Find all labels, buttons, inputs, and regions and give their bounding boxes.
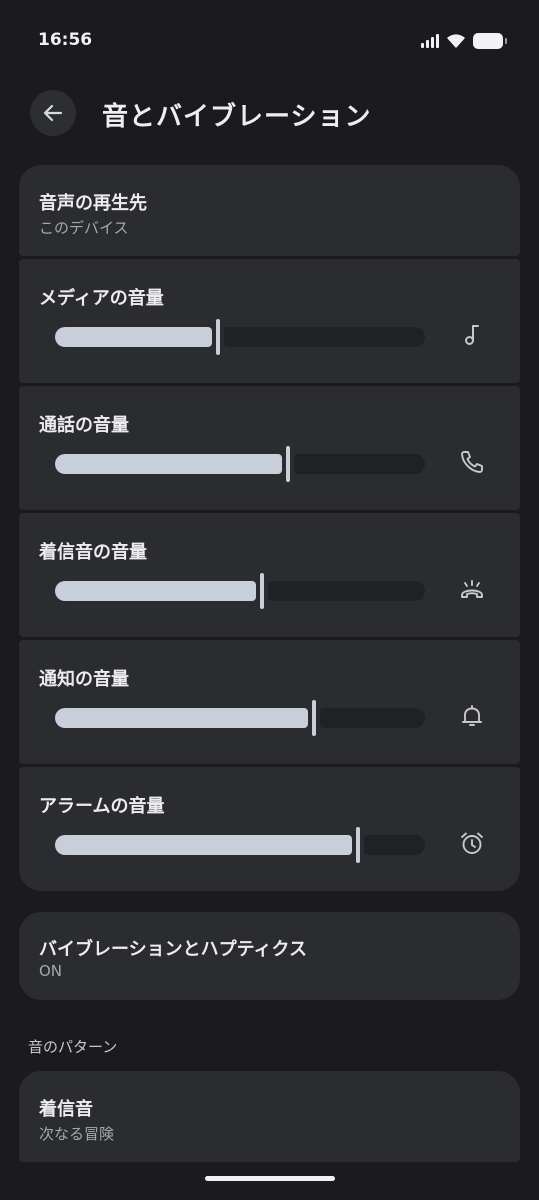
ring-volume-slider[interactable] (55, 573, 425, 609)
slider-active-track (55, 327, 212, 347)
status-bar: 16:56 (0, 0, 539, 70)
arrow-back-icon (43, 104, 63, 122)
phone-icon (461, 451, 483, 473)
slider-thumb[interactable] (286, 446, 290, 482)
slider-thumb[interactable] (216, 319, 220, 355)
slider-inactive-track (224, 327, 425, 347)
status-icons (421, 30, 507, 52)
call-volume-slider[interactable] (55, 446, 425, 482)
call-volume-label: 通話の音量 (39, 415, 129, 436)
slider-active-track (55, 835, 352, 855)
ring-volume-label: 着信音の音量 (39, 542, 147, 563)
ringtone-title: 着信音 (39, 1099, 93, 1120)
notification-volume-item: 通知の音量 (19, 640, 520, 764)
slider-inactive-track (268, 581, 425, 601)
slider-inactive-track (364, 835, 425, 855)
back-button[interactable] (30, 90, 76, 136)
audio-output-title: 音声の再生先 (39, 193, 147, 214)
slider-thumb[interactable] (260, 573, 264, 609)
cellular-signal-icon (421, 34, 439, 48)
slider-active-track (55, 708, 308, 728)
vibration-haptics-title: バイブレーションとハプティクス (39, 939, 308, 960)
vibration-haptics-item[interactable]: バイブレーションとハプティクス ON (19, 912, 520, 1000)
media-volume-label: メディアの音量 (39, 288, 164, 309)
slider-thumb[interactable] (312, 700, 316, 736)
alarm-clock-icon (461, 832, 483, 854)
music-note-icon (465, 325, 479, 345)
media-volume-item: メディアの音量 (19, 259, 520, 383)
audio-output-item[interactable]: 音声の再生先 このデバイス (19, 165, 520, 256)
slider-active-track (55, 581, 256, 601)
bell-icon (462, 705, 482, 726)
media-volume-slider[interactable] (55, 319, 425, 355)
battery-icon (473, 33, 507, 49)
vibration-haptics-value: ON (39, 962, 63, 980)
slider-inactive-track (294, 454, 425, 474)
slider-inactive-track (320, 708, 425, 728)
status-time: 16:56 (38, 30, 93, 50)
alarm-volume-item: アラームの音量 (19, 767, 520, 891)
ringtone-item[interactable]: 着信音 次なる冒険 (19, 1071, 520, 1162)
notification-volume-label: 通知の音量 (39, 669, 129, 690)
page-title: 音とバイブレーション (102, 102, 372, 132)
ring-icon (461, 580, 483, 598)
ring-volume-item: 着信音の音量 (19, 513, 520, 637)
ringtone-value: 次なる冒険 (39, 1125, 115, 1143)
call-volume-item: 通話の音量 (19, 386, 520, 510)
screen: 16:56 音とバイブレーション 音声の再生先 このデバイス メディアの音量 通… (0, 0, 539, 1200)
slider-thumb[interactable] (356, 827, 360, 863)
wifi-icon (447, 34, 465, 48)
alarm-volume-slider[interactable] (55, 827, 425, 863)
alarm-volume-label: アラームの音量 (39, 796, 165, 817)
notification-volume-slider[interactable] (55, 700, 425, 736)
slider-active-track (55, 454, 282, 474)
home-indicator[interactable] (205, 1176, 335, 1181)
audio-output-value: このデバイス (39, 219, 129, 237)
sound-pattern-section-header: 音のパターン (28, 1038, 118, 1056)
